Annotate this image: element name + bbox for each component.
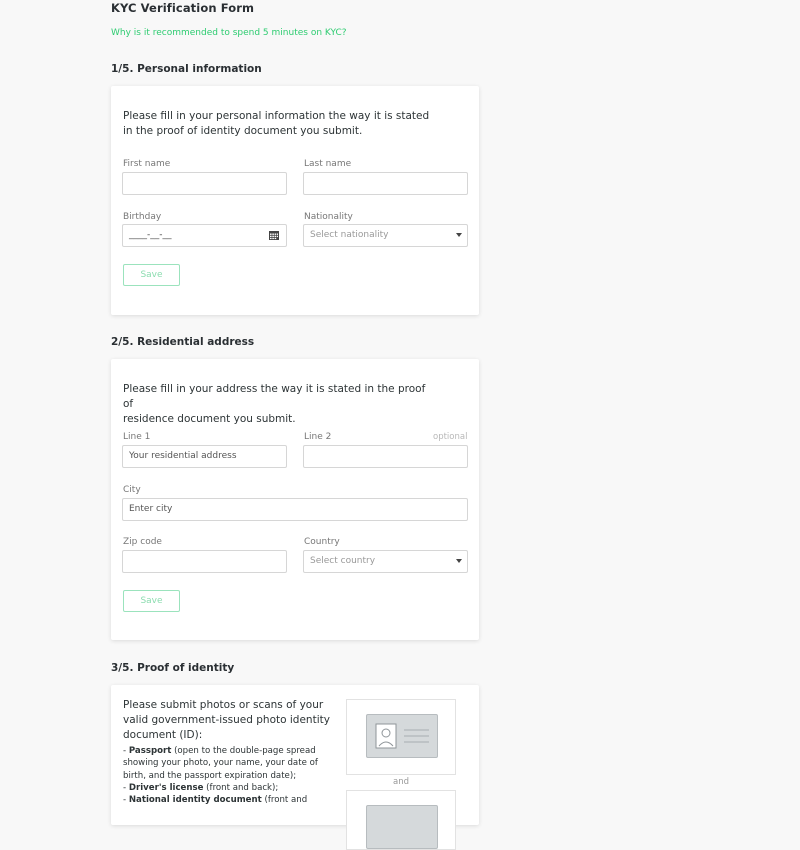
- personal-info-card: Please fill in your personal information…: [111, 86, 479, 315]
- id-front-upload[interactable]: [346, 699, 456, 775]
- country-label: Country: [304, 537, 340, 547]
- nationality-value: Select nationality: [310, 230, 389, 240]
- kyc-help-link[interactable]: Why is it recommended to spend 5 minutes…: [111, 28, 347, 38]
- zip-label: Zip code: [123, 537, 162, 547]
- accepted-documents-list: - Passport (open to the double-page spre…: [123, 745, 338, 806]
- address-intro: Please fill in your address the way it i…: [123, 383, 426, 425]
- birthday-value: ____-__-__: [129, 230, 172, 240]
- nationality-select[interactable]: Select nationality: [303, 224, 468, 247]
- page-title: KYC Verification Form: [111, 1, 255, 15]
- country-select[interactable]: Select country: [303, 550, 468, 573]
- and-label: and: [393, 777, 409, 787]
- calendar-icon[interactable]: [269, 231, 279, 240]
- line2-optional-hint: optional: [433, 432, 468, 442]
- first-name-input[interactable]: [122, 172, 287, 195]
- caret-down-icon: [456, 559, 462, 563]
- list-item: - Driver's license (front and back);: [123, 782, 279, 793]
- address-card: Please fill in your address the way it i…: [111, 359, 479, 640]
- country-value: Select country: [310, 556, 376, 566]
- city-input[interactable]: Enter city: [122, 498, 468, 521]
- section-title-address: 2/5. Residential address: [111, 336, 255, 348]
- city-label: City: [123, 485, 141, 495]
- id-card-front-icon: [366, 714, 438, 758]
- last-name-label: Last name: [304, 159, 352, 169]
- last-name-input[interactable]: [303, 172, 468, 195]
- section-title-personal: 1/5. Personal information: [111, 63, 262, 75]
- birthday-input[interactable]: ____-__-__: [122, 224, 287, 247]
- line1-label: Line 1: [123, 432, 151, 442]
- nationality-label: Nationality: [304, 212, 353, 222]
- line2-input[interactable]: [303, 445, 468, 468]
- list-item: - Passport (open to the double-page spre…: [123, 746, 318, 781]
- save-personal-button[interactable]: Save: [123, 264, 180, 286]
- line1-input[interactable]: Your residential address: [122, 445, 287, 468]
- identity-card: Please submit photos or scans of your va…: [111, 685, 479, 850]
- birthday-label: Birthday: [123, 212, 162, 222]
- caret-down-icon: [456, 233, 462, 237]
- personal-intro: Please fill in your personal information…: [123, 110, 430, 137]
- first-name-label: First name: [123, 159, 171, 169]
- zip-input[interactable]: [122, 550, 287, 573]
- identity-intro: Please submit photos or scans of your va…: [123, 699, 330, 741]
- section-title-identity: 3/5. Proof of identity: [111, 662, 235, 674]
- line2-label: Line 2: [304, 432, 332, 442]
- save-address-button[interactable]: Save: [123, 590, 180, 612]
- id-back-upload[interactable]: [346, 790, 456, 850]
- list-item: - National identity document (front and: [123, 795, 308, 806]
